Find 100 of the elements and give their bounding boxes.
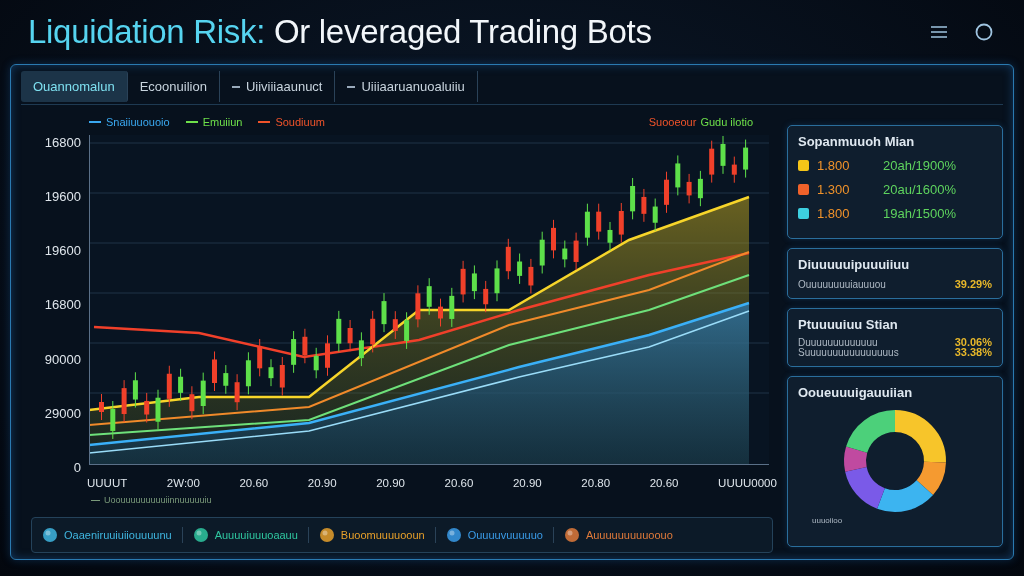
candlestick [573, 232, 579, 271]
chart-caption: Uoouuuuuuuuuiinnuuuuuiu [104, 495, 212, 505]
candlestick [223, 364, 229, 395]
candlestick [551, 219, 556, 259]
tab[interactable]: Ouannomalun [21, 71, 128, 102]
x-axis-label: UUUUT [87, 477, 128, 489]
candlestick [268, 358, 274, 387]
bottom-bar-item[interactable]: Auuuuiuuuoaauu [214, 529, 298, 541]
candlestick [697, 170, 703, 207]
row-value: 1.800 [817, 206, 851, 221]
candlestick [664, 171, 669, 214]
donut-label: uuuoiioo [811, 516, 844, 525]
candlestick [166, 365, 172, 408]
candlestick [99, 393, 104, 421]
x-axis-label: 20.60 [649, 477, 679, 489]
candlestick [144, 392, 150, 423]
bottom-bar-item[interactable]: Auuuuuuuuuoouo [585, 529, 673, 541]
candlestick [652, 198, 658, 232]
candlestick [505, 238, 511, 280]
candlestick [132, 371, 138, 409]
legend-item: Snaiiuuouoio [89, 116, 170, 128]
candlestick [313, 347, 319, 379]
candlestick [618, 202, 624, 244]
dash-icon [231, 85, 240, 88]
y-axis-label: 29000 [44, 405, 81, 421]
candlestick [471, 264, 477, 300]
dash-icon [347, 85, 356, 88]
candlestick [404, 311, 410, 350]
y-axis-label: 19600 [44, 243, 81, 259]
row-reading: 19ah/1500% [883, 206, 956, 221]
x-axis-label: 20.80 [581, 477, 611, 489]
candlestick [392, 310, 398, 340]
page-title: Liquidation Risk: Or leveraged Trading Bots [28, 13, 652, 51]
candlestick [743, 139, 749, 179]
y-axis-label: 16800 [44, 297, 81, 313]
circle-icon[interactable] [974, 22, 994, 42]
candlestick [302, 328, 308, 364]
row-reading: 20au/1600% [883, 182, 956, 197]
tab[interactable]: Uiiviiiaaunuct [219, 71, 336, 102]
y-axis-label: 16800 [44, 135, 81, 150]
candlestick [517, 253, 523, 285]
candlestick [415, 284, 421, 328]
candlestick [358, 331, 364, 367]
candlestick [494, 259, 500, 302]
candlestick [178, 368, 184, 402]
candlestick [155, 389, 161, 431]
candlestick [212, 350, 217, 392]
x-axis-label: 20.90 [512, 477, 542, 489]
token-icon [563, 527, 580, 543]
candlestick [709, 140, 715, 184]
candlestick [483, 280, 489, 313]
candlestick [121, 379, 127, 423]
menu-icon[interactable] [930, 25, 948, 39]
bottom-bar-item[interactable]: Buoomuuuuooun [340, 529, 425, 541]
token-icon [318, 527, 335, 543]
chart-note: Gudu ilotio [700, 116, 753, 128]
candlestick [449, 287, 455, 328]
candlestick [347, 319, 353, 352]
card-title: Sopanmuuoh Mian [798, 134, 916, 149]
row-value: 1.800 [817, 158, 851, 173]
candlestick [279, 356, 285, 396]
card-label: Ouuuuuuuuiauuuou [798, 278, 886, 290]
dash-icon [91, 499, 100, 501]
candlestick [245, 351, 251, 395]
candlestick [200, 372, 206, 415]
candlestick [381, 292, 387, 333]
candlestick [641, 188, 647, 223]
candlestick [562, 240, 568, 268]
candlestick [596, 203, 602, 241]
candlestick [325, 334, 330, 377]
candlestick [539, 231, 545, 274]
card-title: Diuuuuuipuuuiiuu [798, 257, 911, 272]
legend-item: Soudiuum [258, 116, 325, 128]
legend-item: Emuiiun [185, 116, 243, 128]
tab[interactable]: Uiiiaaruanuoaluiiu [335, 71, 478, 102]
x-axis-label: 20.60 [444, 477, 474, 489]
row-value: 1.300 [817, 182, 851, 197]
card-title: Ptuuuuiuu Stian [798, 317, 899, 332]
candlestick [731, 156, 737, 184]
card-value: 33.38% [954, 346, 992, 358]
candlestick [189, 385, 195, 420]
bottom-bar-item[interactable]: Ouuuuvuuuuuo [467, 529, 543, 541]
token-icon [42, 527, 58, 543]
card-label: Duuuuuuuuuuuuu [798, 336, 878, 348]
x-axis-label: UUUU0000 [718, 477, 777, 489]
chart-note: Suooeour [648, 116, 697, 128]
row-reading: 20ah/1900% [883, 158, 956, 173]
token-icon [445, 527, 462, 543]
card-value: 30.06% [954, 336, 992, 348]
card-title: Ooueuuuigauuiian [798, 385, 914, 400]
candlestick [110, 400, 116, 440]
candlestick [370, 310, 376, 353]
bottom-bar-item[interactable]: Oaaeniruuiuiiouuuunu [64, 529, 172, 541]
candlestick [460, 260, 466, 303]
x-axis-label: 20.60 [239, 477, 269, 489]
candlestick [257, 338, 263, 377]
y-axis-label: 19600 [44, 189, 81, 205]
tab[interactable]: Ecoonuilion [127, 71, 220, 102]
x-axis-label: 20.90 [307, 477, 337, 489]
token-icon [192, 527, 209, 543]
